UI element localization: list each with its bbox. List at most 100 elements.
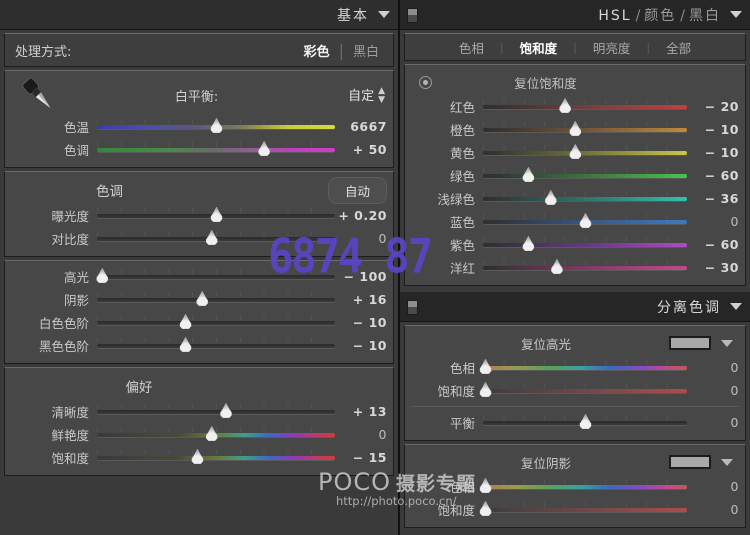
chevron-down-icon[interactable] (730, 11, 742, 18)
auto-tone-button[interactable]: 自动 (328, 177, 387, 204)
slider-ticks (483, 383, 687, 388)
shadows-reset-row: 复位阴影 (405, 449, 745, 475)
slider-track-wrap[interactable] (483, 381, 687, 401)
slider-track-wrap[interactable] (97, 290, 335, 310)
slider-track-wrap[interactable] (97, 206, 335, 226)
slider-track[interactable] (483, 485, 687, 489)
slider-track-wrap[interactable] (97, 267, 335, 287)
slider-value[interactable]: − 15 (335, 450, 387, 465)
slider-track-wrap[interactable] (483, 358, 687, 378)
slider-value[interactable]: − 30 (687, 260, 739, 275)
chevron-down-icon[interactable] (721, 340, 733, 347)
tab-2[interactable]: 明亮度 (577, 38, 647, 57)
spinner-icon[interactable]: ▲▼ (378, 87, 385, 105)
highlights-reset-label[interactable]: 复位高光 (411, 334, 669, 353)
slider-value[interactable]: 0 (687, 214, 739, 229)
slider-value[interactable]: − 36 (687, 191, 739, 206)
slider-value[interactable]: 0 (335, 231, 387, 246)
slider-track-wrap[interactable] (97, 336, 335, 356)
treatment-row: 处理方式: 彩色 | 黑白 (4, 33, 394, 67)
slider-track-wrap[interactable] (97, 117, 335, 137)
slider-track[interactable] (483, 128, 687, 132)
slider-track-wrap[interactable] (483, 413, 687, 433)
slider-track[interactable] (483, 243, 687, 247)
tab-3[interactable]: 全部 (650, 38, 707, 57)
color-label[interactable]: 颜色 (644, 8, 676, 24)
slider-value[interactable]: + 13 (335, 404, 387, 419)
slider-track-wrap[interactable] (97, 140, 335, 160)
treatment-color-option[interactable]: 彩色 (304, 41, 330, 60)
slider-track[interactable] (97, 148, 335, 152)
bw-label[interactable]: 黑白 (689, 8, 721, 24)
shadows-reset-label[interactable]: 复位阴影 (411, 453, 669, 472)
slider-value[interactable]: + 16 (335, 292, 387, 307)
slider-track[interactable] (97, 344, 335, 348)
slider-track-wrap[interactable] (97, 229, 335, 249)
hsl-panel-toggle-switch[interactable] (407, 8, 418, 23)
slider-value[interactable]: − 20 (687, 99, 739, 114)
basic-panel-header[interactable]: 基本 (0, 0, 398, 30)
slider-track[interactable] (483, 151, 687, 155)
white-balance-label: 白平衡: (71, 86, 348, 105)
treatment-bw-option[interactable]: 黑白 (353, 41, 379, 60)
slider-value[interactable]: 0 (687, 360, 739, 375)
hsl-panel-header[interactable]: HSL/颜色/黑白 (400, 0, 750, 30)
split-tone-panel-header[interactable]: 分离色调 (400, 292, 750, 322)
slider-value[interactable]: 0 (687, 502, 739, 517)
slider-value[interactable]: − 100 (335, 269, 387, 284)
slider-track-wrap[interactable] (483, 97, 687, 117)
slider-value[interactable]: − 60 (687, 237, 739, 252)
slider-track-wrap[interactable] (483, 500, 687, 520)
hsl-label[interactable]: HSL (598, 8, 631, 24)
tab-1[interactable]: 饱和度 (504, 38, 574, 57)
slider-track[interactable] (97, 410, 335, 414)
slider-track[interactable] (97, 275, 335, 279)
slider-value[interactable]: − 10 (335, 338, 387, 353)
eyedropper-icon[interactable] (5, 75, 71, 115)
shadows-color-swatch[interactable] (669, 455, 711, 469)
slider-track-wrap[interactable] (483, 477, 687, 497)
slider-track[interactable] (483, 174, 687, 178)
slider-track-wrap[interactable] (483, 258, 687, 278)
slider-track-wrap[interactable] (483, 235, 687, 255)
slider-track[interactable] (97, 298, 335, 302)
slider-value[interactable]: + 0.20 (335, 208, 387, 223)
slider-value[interactable]: − 10 (335, 315, 387, 330)
slider-track-wrap[interactable] (97, 402, 335, 422)
slider-value[interactable]: 6667 (335, 119, 387, 134)
slider-value[interactable]: − 10 (687, 145, 739, 160)
slider-track[interactable] (483, 389, 687, 393)
slider-track-wrap[interactable] (483, 212, 687, 232)
slider-track-wrap[interactable] (483, 166, 687, 186)
slider-track[interactable] (483, 266, 687, 270)
slider-value[interactable]: + 50 (335, 142, 387, 157)
slider-track-wrap[interactable] (483, 143, 687, 163)
slider-value[interactable]: 0 (687, 383, 739, 398)
slider-track-wrap[interactable] (97, 425, 335, 445)
tone-sliders: 曝光度+ 0.20对比度0 (5, 204, 393, 250)
slider-track-wrap[interactable] (483, 120, 687, 140)
slider-track-wrap[interactable] (483, 189, 687, 209)
slider-track-wrap[interactable] (97, 448, 335, 468)
slider-track[interactable] (483, 105, 687, 109)
slider-value[interactable]: 0 (335, 427, 387, 442)
white-balance-value[interactable]: 自定▲▼ (348, 85, 385, 106)
chevron-down-icon[interactable] (378, 11, 390, 18)
slider-value[interactable]: 0 (687, 415, 739, 430)
slider-value[interactable]: 0 (687, 479, 739, 494)
tab-0[interactable]: 色相 (443, 38, 500, 57)
slider-track[interactable] (483, 366, 687, 370)
chevron-down-icon[interactable] (730, 303, 742, 310)
slider-track[interactable] (483, 508, 687, 512)
split-tone-panel-toggle-switch[interactable] (407, 300, 418, 315)
target-adjust-icon[interactable] (419, 76, 432, 89)
slider-value[interactable]: − 10 (687, 122, 739, 137)
slider-value[interactable]: − 60 (687, 168, 739, 183)
hsl-reset-label[interactable]: 复位饱和度 (432, 73, 739, 92)
slider-track[interactable] (97, 456, 335, 460)
slider-track-wrap[interactable] (97, 313, 335, 333)
chevron-down-icon[interactable] (721, 459, 733, 466)
highlights-color-swatch[interactable] (669, 336, 711, 350)
slider-track[interactable] (97, 321, 335, 325)
slider-track[interactable] (483, 197, 687, 201)
